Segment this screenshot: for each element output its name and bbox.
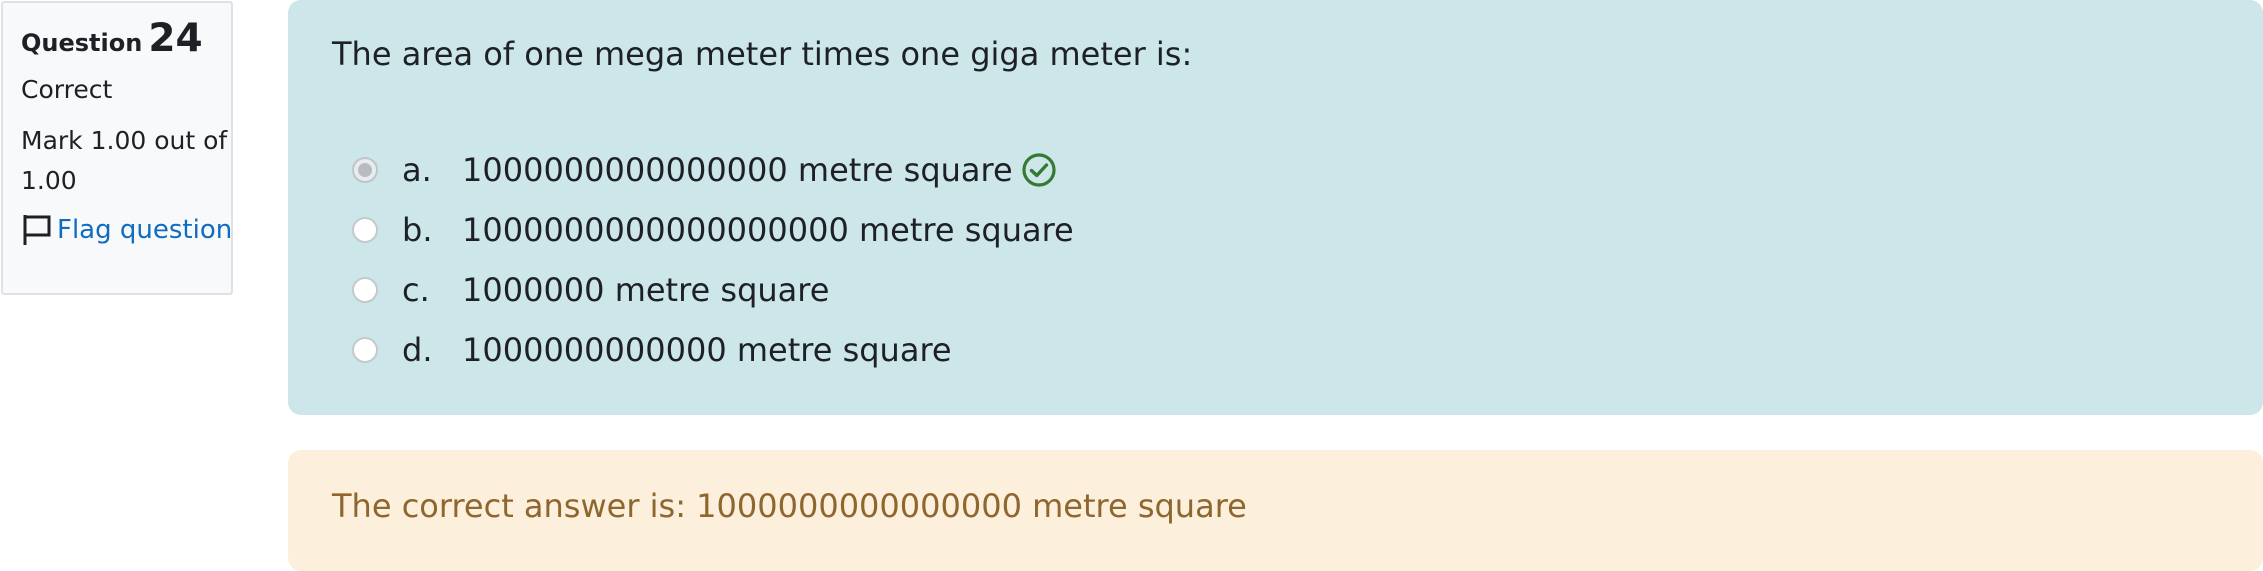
- answer-letter: d.: [402, 331, 433, 369]
- question-grade: Mark 1.00 out of 1.00: [21, 126, 228, 195]
- answer-option-c[interactable]: c. 1000000 metre square: [332, 260, 2263, 320]
- question-number-heading: Question 24: [21, 17, 231, 61]
- answer-list: a. 1000000000000000 metre square b. 1000…: [332, 140, 2263, 380]
- question-number: 24: [148, 16, 203, 61]
- answer-radio-a[interactable]: [352, 157, 378, 183]
- answer-letter: c.: [402, 271, 430, 309]
- answer-letter: b.: [402, 211, 433, 249]
- answer-radio-b[interactable]: [352, 217, 378, 243]
- answer-text: 1000000000000000 metre square: [462, 151, 1013, 189]
- feedback-box: The correct answer is: 1000000000000000 …: [288, 450, 2263, 571]
- question-info-panel: Question 24 Correct Mark 1.00 out of 1.00…: [1, 1, 233, 295]
- flag-question-link[interactable]: Flag question: [21, 213, 232, 247]
- flag-icon: [21, 213, 53, 247]
- answer-letter: a.: [402, 151, 432, 189]
- answer-option-b[interactable]: b. 1000000000000000000 metre square: [332, 200, 2263, 260]
- check-circle-icon: [1021, 152, 1057, 188]
- answer-text: 1000000 metre square: [462, 271, 830, 309]
- answer-option-d[interactable]: d. 1000000000000 metre square: [332, 320, 2263, 380]
- answer-radio-c[interactable]: [352, 277, 378, 303]
- question-label: Question: [21, 29, 143, 57]
- answer-option-a[interactable]: a. 1000000000000000 metre square: [332, 140, 2263, 200]
- correct-answer-text: The correct answer is: 1000000000000000 …: [332, 487, 1247, 525]
- question-text: The area of one mega meter times one gig…: [332, 35, 1193, 73]
- answer-radio-d[interactable]: [352, 337, 378, 363]
- question-formulation: The area of one mega meter times one gig…: [288, 0, 2263, 415]
- flag-question-label[interactable]: Flag question: [57, 215, 232, 245]
- question-state: Correct: [21, 75, 113, 104]
- answer-text: 1000000000000 metre square: [462, 331, 952, 369]
- answer-text: 1000000000000000000 metre square: [462, 211, 1074, 249]
